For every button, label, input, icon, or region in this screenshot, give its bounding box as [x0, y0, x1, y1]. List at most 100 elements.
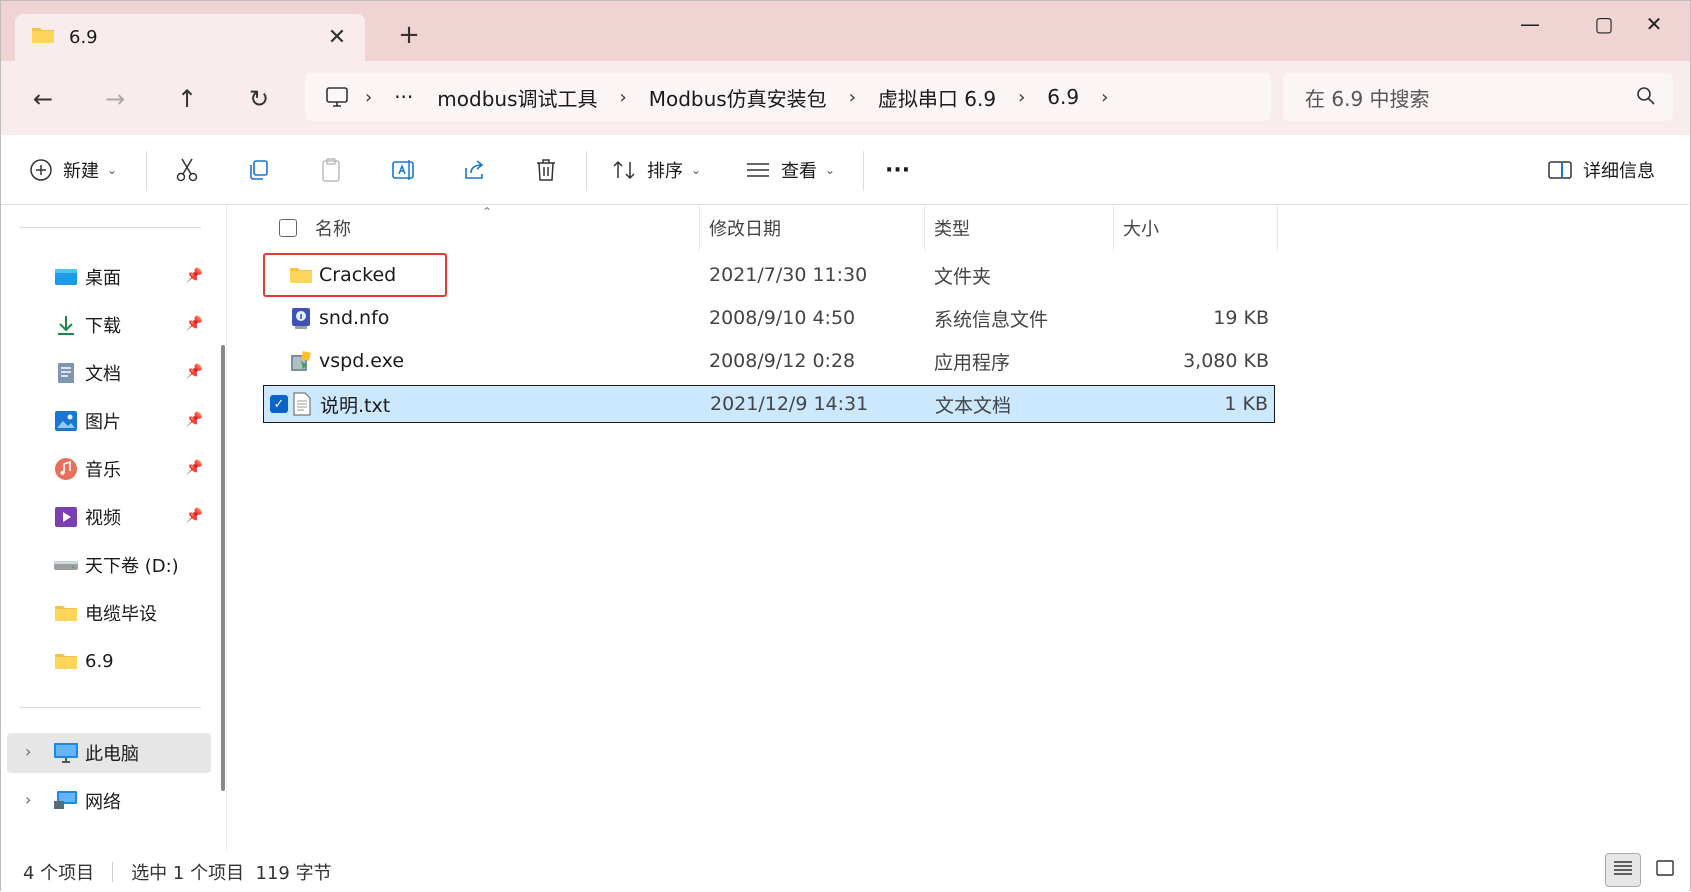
sidebar-item-this-pc[interactable]: › 此电脑: [7, 733, 211, 773]
sidebar-item-6-9[interactable]: 6.9: [7, 641, 211, 681]
file-type: 文件夹: [934, 265, 992, 288]
view-button[interactable]: 查看 ⌄: [745, 135, 835, 205]
file-explorer-window: 6.9 ✕ + — ▢ ✕ ← → ↑ ↻ › ··· modbus调试工具 ›…: [0, 0, 1691, 892]
sidebar-scrollbar[interactable]: [221, 345, 225, 791]
pin-icon: 📌: [185, 412, 203, 428]
sidebar-item-network[interactable]: › 网络: [7, 781, 211, 821]
column-header-name[interactable]: 名称: [315, 205, 351, 251]
breadcrumb-separator: ›: [619, 86, 627, 108]
new-button[interactable]: 新建 ⌄: [29, 135, 117, 205]
sidebar-item-label: 网络: [85, 792, 121, 813]
breadcrumb-modbus-package[interactable]: Modbus仿真安装包: [643, 83, 833, 112]
folder-icon: [31, 25, 55, 50]
minimize-button[interactable]: —: [1505, 9, 1555, 39]
up-button[interactable]: ↑: [167, 79, 207, 119]
item-count: 4 个项目: [23, 862, 95, 884]
sidebar-item-documents[interactable]: 文档 📌: [7, 353, 211, 393]
tab-current[interactable]: 6.9 ✕: [15, 14, 365, 61]
file-type: 文本文档: [935, 394, 1012, 417]
breadcrumb-modbus-tools[interactable]: modbus调试工具: [431, 83, 603, 112]
details-view-button[interactable]: [1605, 853, 1641, 887]
sidebar-item-music[interactable]: 音乐 📌: [7, 449, 211, 489]
search-box[interactable]: 在 6.9 中搜索: [1283, 73, 1673, 121]
sidebar-item-label: 此电脑: [85, 744, 139, 765]
navigation-pane: 桌面 📌 下载 📌 文档 📌 图片 📌 音乐 📌 视频 📌 天下卷 (D:) 电…: [1, 205, 227, 851]
details-view-icon: [1613, 860, 1633, 881]
breadcrumb-separator: ›: [365, 86, 373, 108]
view-label: 查看: [781, 161, 817, 182]
sidebar-item-label: 天下卷 (D:): [85, 556, 179, 577]
column-header-size[interactable]: 大小: [1123, 205, 1159, 251]
file-row-snd-nfo[interactable]: snd.nfo 2008/9/10 4:50 系统信息文件 19 KB: [263, 299, 1275, 337]
back-button[interactable]: ←: [23, 79, 63, 119]
tab-close-icon[interactable]: ✕: [323, 23, 351, 51]
paste-button[interactable]: [319, 135, 343, 205]
breadcrumb-virtual-serial[interactable]: 虚拟串口 6.9: [872, 83, 1002, 112]
delete-button[interactable]: [535, 135, 557, 205]
highlight-annotation-box: [263, 253, 447, 297]
maximize-button[interactable]: ▢: [1579, 9, 1629, 39]
sidebar-divider: [19, 707, 201, 708]
sidebar-item-desktop[interactable]: 桌面 📌: [7, 257, 211, 297]
computer-icon: [325, 86, 349, 108]
sidebar-item-videos[interactable]: 视频 📌: [7, 497, 211, 537]
pin-icon: 📌: [185, 268, 203, 284]
refresh-button[interactable]: ↻: [239, 79, 279, 119]
new-tab-button[interactable]: +: [395, 20, 423, 50]
view-list-icon: [745, 160, 771, 180]
column-divider[interactable]: [1277, 205, 1278, 251]
network-icon: [53, 790, 79, 812]
file-size: 1 KB: [1224, 393, 1268, 415]
details-pane-button[interactable]: 详细信息: [1547, 135, 1655, 205]
details-pane-icon: [1547, 159, 1573, 181]
toolbar-divider: [586, 151, 587, 191]
rename-icon: [391, 158, 417, 182]
column-divider[interactable]: [1113, 205, 1114, 251]
forward-button[interactable]: →: [95, 79, 135, 119]
breadcrumb-current[interactable]: 6.9: [1041, 85, 1085, 109]
sidebar-item-label: 下载: [85, 316, 121, 337]
videos-icon: [53, 506, 79, 528]
file-date: 2008/9/10 4:50: [709, 307, 856, 329]
tiles-view-icon: [1655, 859, 1675, 882]
file-date: 2008/9/12 0:28: [709, 350, 856, 372]
column-divider[interactable]: [924, 205, 925, 251]
column-divider[interactable]: [699, 205, 700, 251]
sidebar-item-pictures[interactable]: 图片 📌: [7, 401, 211, 441]
column-header-date[interactable]: 修改日期: [709, 205, 781, 251]
file-row-readme-txt[interactable]: ✓ 说明.txt 2021/12/9 14:31 文本文档 1 KB: [263, 385, 1275, 423]
file-type: 系统信息文件: [934, 308, 1049, 331]
tiles-view-button[interactable]: [1647, 853, 1683, 887]
chevron-down-icon: ⌄: [825, 163, 836, 177]
share-button[interactable]: [463, 135, 487, 205]
sidebar-item-label: 电缆毕设: [85, 604, 157, 625]
close-window-button[interactable]: ✕: [1629, 9, 1679, 39]
chevron-right-icon[interactable]: ›: [25, 742, 31, 761]
address-bar[interactable]: › ··· modbus调试工具 › Modbus仿真安装包 › 虚拟串口 6.…: [305, 73, 1271, 121]
copy-button[interactable]: [247, 135, 271, 205]
cut-button[interactable]: [175, 135, 199, 205]
search-input[interactable]: 在 6.9 中搜索: [1305, 83, 1430, 112]
column-header-type[interactable]: 类型: [934, 205, 970, 251]
file-date: 2021/7/30 11:30: [709, 264, 868, 286]
breadcrumb-overflow[interactable]: ···: [388, 85, 419, 109]
select-all-checkbox[interactable]: [279, 219, 297, 237]
pin-icon: 📌: [185, 460, 203, 476]
scissors-icon: [175, 157, 199, 183]
chevron-right-icon[interactable]: ›: [25, 790, 31, 809]
navigation-bar: ← → ↑ ↻ › ··· modbus调试工具 › Modbus仿真安装包 ›…: [1, 61, 1690, 135]
sort-icon: [611, 158, 637, 182]
toolbar-divider: [863, 151, 864, 191]
file-list: ⌃ 名称 修改日期 类型 大小 Cracked 2021/7/30 11:30 …: [237, 205, 1691, 851]
pin-icon: 📌: [185, 316, 203, 332]
file-size: 19 KB: [1213, 307, 1269, 329]
sidebar-item-drive-d[interactable]: 天下卷 (D:): [7, 545, 211, 585]
more-options-button[interactable]: ···: [885, 135, 910, 205]
file-row-vspd-exe[interactable]: vspd.exe 2008/9/12 0:28 应用程序 3,080 KB: [263, 342, 1275, 380]
file-name: 说明.txt: [320, 394, 391, 417]
sidebar-item-downloads[interactable]: 下载 📌: [7, 305, 211, 345]
rename-button[interactable]: [391, 135, 417, 205]
sort-button[interactable]: 排序 ⌄: [611, 135, 701, 205]
new-button-label: 新建: [63, 161, 99, 182]
sidebar-item-cable-thesis[interactable]: 电缆毕设: [7, 593, 211, 633]
